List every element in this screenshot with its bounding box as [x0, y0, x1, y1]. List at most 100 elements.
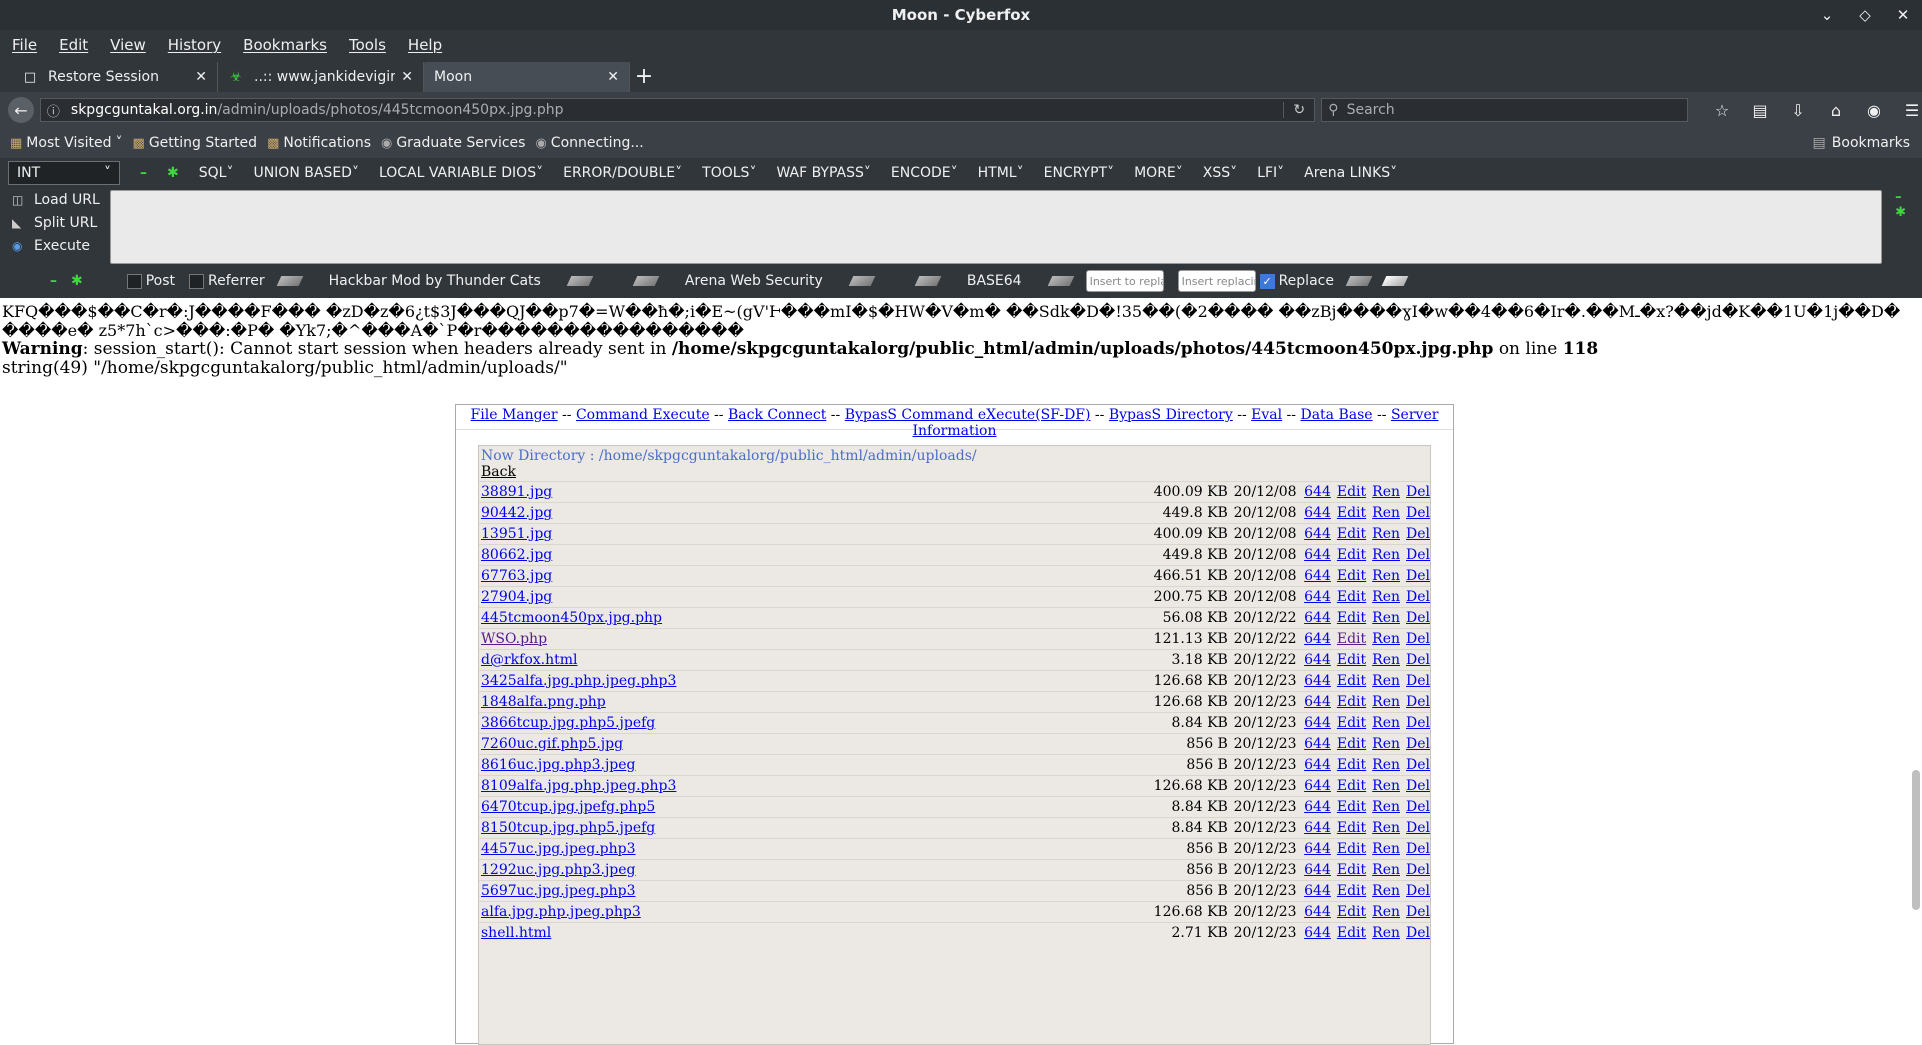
close-window-icon[interactable]: ✕ [1892, 6, 1914, 24]
nav-command-execute[interactable]: Command Execute [576, 407, 710, 423]
file-permission-link[interactable]: 644 [1297, 673, 1331, 689]
file-permission-link[interactable]: 644 [1297, 526, 1331, 542]
load-url-button[interactable]: ◫ Load URL [12, 190, 100, 209]
hackbar-menu-waf[interactable]: WAF BYPASS˅ [776, 165, 870, 181]
hackbar-menu-arena[interactable]: Arena LINKS˅ [1304, 165, 1397, 181]
split-url-button[interactable]: ◣ Split URL [12, 213, 100, 232]
rename-link[interactable]: Ren [1372, 589, 1400, 605]
menu-bookmarks[interactable]: Bookmarks [243, 36, 327, 54]
delete-link[interactable]: Del [1406, 778, 1430, 794]
edit-link[interactable]: Edit [1337, 862, 1366, 878]
tab-jankidevi[interactable]: ☣ ..:: www.jankidevigirlsc... ✕ [218, 62, 424, 92]
delete-link[interactable]: Del [1406, 568, 1430, 584]
file-permission-link[interactable]: 644 [1297, 568, 1331, 584]
menu-view[interactable]: View [110, 36, 146, 54]
file-permission-link[interactable]: 644 [1297, 715, 1331, 731]
rename-link[interactable]: Ren [1372, 778, 1400, 794]
reading-list-icon[interactable]: ▤ [1750, 101, 1770, 120]
maximize-icon[interactable]: ◇ [1854, 6, 1876, 24]
delete-link[interactable]: Del [1406, 631, 1430, 647]
info-icon[interactable]: ⓘ [47, 101, 63, 120]
file-permission-link[interactable]: 644 [1297, 505, 1331, 521]
delete-link[interactable]: Del [1406, 694, 1430, 710]
file-permission-link[interactable]: 644 [1297, 904, 1331, 920]
back-arrow-icon[interactable]: ← [8, 97, 34, 123]
url-bar[interactable]: ⓘ skpgcguntakal.org.in/admin/uploads/pho… [39, 98, 1316, 122]
minus-icon[interactable]: – [50, 273, 57, 289]
edit-link[interactable]: Edit [1337, 589, 1366, 605]
file-permission-link[interactable]: 644 [1297, 862, 1331, 878]
arrow-left-icon[interactable] [914, 276, 942, 286]
rename-link[interactable]: Ren [1372, 925, 1400, 941]
rename-link[interactable]: Ren [1372, 547, 1400, 563]
edit-link[interactable]: Edit [1337, 925, 1366, 941]
hackbar-url-textarea[interactable] [110, 190, 1882, 264]
edit-link[interactable]: Edit [1337, 568, 1366, 584]
edit-link[interactable]: Edit [1337, 526, 1366, 542]
file-permission-link[interactable]: 644 [1297, 484, 1331, 500]
hackbar-select[interactable]: INT ˅ [8, 161, 120, 185]
delete-link[interactable]: Del [1406, 673, 1430, 689]
close-tab-icon[interactable]: ✕ [401, 69, 413, 85]
minus-icon[interactable]: – [1895, 190, 1906, 205]
rename-link[interactable]: Ren [1372, 715, 1400, 731]
rename-link[interactable]: Ren [1372, 736, 1400, 752]
bookmark-most-visited[interactable]: ▦ Most Visited ˅ [10, 135, 123, 151]
delete-link[interactable]: Del [1406, 841, 1430, 857]
edit-link[interactable]: Edit [1337, 757, 1366, 773]
delete-link[interactable]: Del [1406, 736, 1430, 752]
bookmark-notifications[interactable]: ▩ Notifications [267, 135, 371, 151]
bookmarks-menu[interactable]: ▤ Bookmarks [1813, 128, 1910, 158]
file-permission-link[interactable]: 644 [1297, 736, 1331, 752]
edit-link[interactable]: Edit [1337, 610, 1366, 626]
delete-link[interactable]: Del [1406, 484, 1430, 500]
file-permission-link[interactable]: 644 [1297, 925, 1331, 941]
edit-link[interactable]: Edit [1337, 694, 1366, 710]
file-name-link[interactable]: 3425alfa.jpg.php.jpeg.php3 [481, 673, 1134, 689]
nav-back-connect[interactable]: Back Connect [728, 407, 826, 423]
edit-link[interactable]: Edit [1337, 799, 1366, 815]
menu-tools[interactable]: Tools [349, 36, 386, 54]
nav-file-manager[interactable]: File Manger [471, 407, 558, 423]
close-tab-icon[interactable]: ✕ [607, 69, 619, 85]
asterisk-icon[interactable]: ✱ [1895, 205, 1906, 220]
delete-link[interactable]: Del [1406, 883, 1430, 899]
delete-link[interactable]: Del [1406, 757, 1430, 773]
file-name-link[interactable]: 3866tcup.jpg.php5.jpefg [481, 715, 1134, 731]
file-name-link[interactable]: 1848alfa.png.php [481, 694, 1134, 710]
star-icon[interactable]: ☆ [1712, 101, 1732, 120]
nav-bypass-directory[interactable]: BypasS Directory [1109, 407, 1233, 423]
delete-link[interactable]: Del [1406, 547, 1430, 563]
file-permission-link[interactable]: 644 [1297, 820, 1331, 836]
search-input[interactable]: ⚲ Search [1321, 98, 1688, 122]
file-name-link[interactable]: 13951.jpg [481, 526, 1134, 542]
file-permission-link[interactable]: 644 [1297, 883, 1331, 899]
menu-help[interactable]: Help [408, 36, 442, 54]
arrow-right-icon[interactable] [566, 276, 594, 286]
replace-checkbox[interactable]: ✓ Replace [1259, 273, 1334, 289]
home-icon[interactable]: ⌂ [1826, 101, 1846, 120]
bookmark-getting-started[interactable]: ▩ Getting Started [133, 135, 258, 151]
arrow-right-icon[interactable] [848, 276, 876, 286]
bookmark-connecting[interactable]: ◉ Connecting... [535, 135, 643, 151]
file-name-link[interactable]: 90442.jpg [481, 505, 1134, 521]
file-permission-link[interactable]: 644 [1297, 589, 1331, 605]
rename-link[interactable]: Ren [1372, 610, 1400, 626]
rename-link[interactable]: Ren [1372, 673, 1400, 689]
hackbar-menu-encrypt[interactable]: ENCRYPT˅ [1044, 165, 1114, 181]
rename-link[interactable]: Ren [1372, 799, 1400, 815]
arrow-right-icon[interactable] [1345, 276, 1373, 286]
hackbar-menu-lfi[interactable]: LFI˅ [1257, 165, 1284, 181]
page-scrollbar[interactable] [1912, 770, 1920, 910]
file-name-link[interactable]: 80662.jpg [481, 547, 1134, 563]
rename-link[interactable]: Ren [1372, 652, 1400, 668]
rename-link[interactable]: Ren [1372, 757, 1400, 773]
file-name-link[interactable]: 8109alfa.jpg.php.jpeg.php3 [481, 778, 1134, 794]
rename-link[interactable]: Ren [1372, 862, 1400, 878]
nav-bypass-command[interactable]: BypasS Command eXecute(SF-DF) [845, 407, 1091, 423]
asterisk-icon[interactable]: ✱ [71, 273, 83, 289]
edit-link[interactable]: Edit [1337, 673, 1366, 689]
edit-link[interactable]: Edit [1337, 505, 1366, 521]
rename-link[interactable]: Ren [1372, 883, 1400, 899]
file-name-link[interactable]: 6470tcup.jpg.jpefg.php5 [481, 799, 1134, 815]
